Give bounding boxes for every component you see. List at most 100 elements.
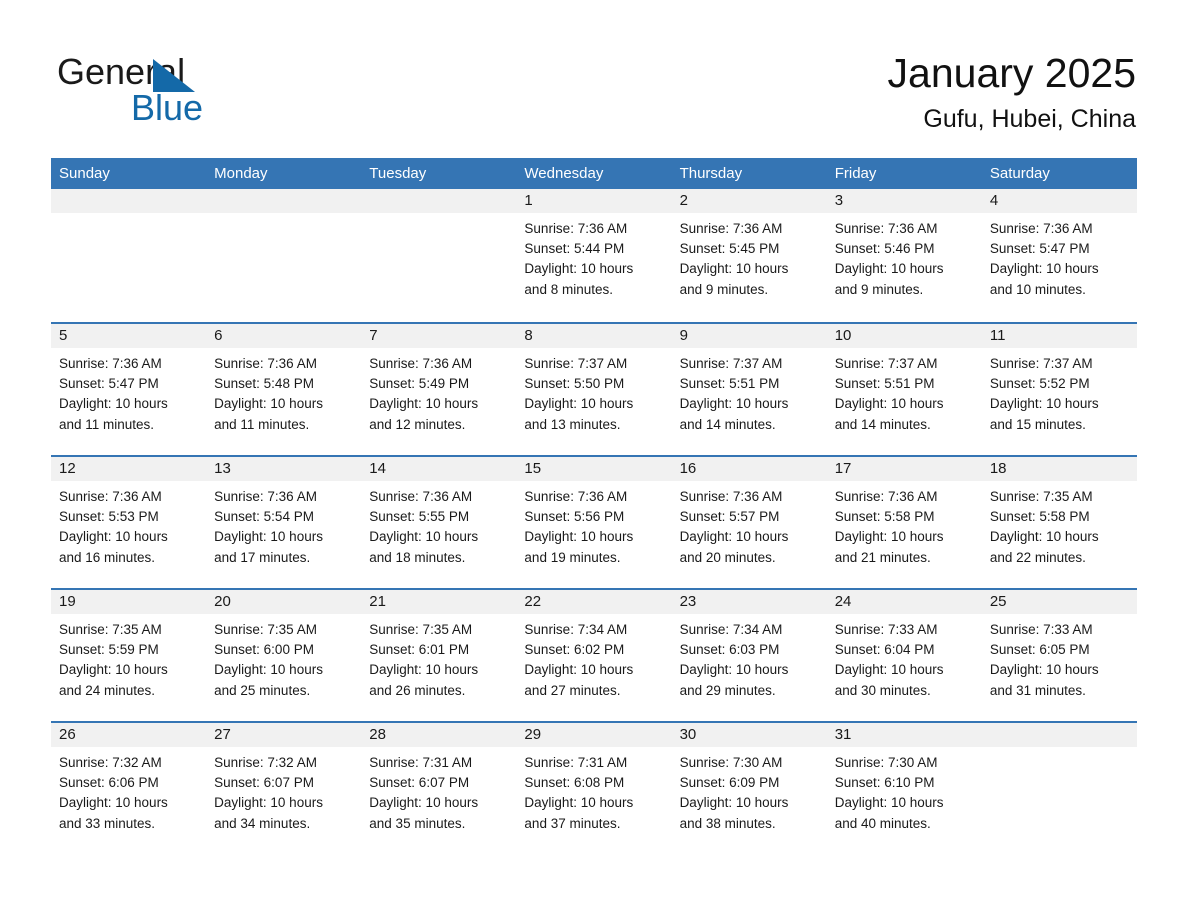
sunset-text: Sunset: 6:10 PM	[834, 775, 935, 791]
sunrise-text: Sunrise: 7:37 AM	[679, 356, 783, 371]
calendar-day-cell[interactable]: 9 Sunrise: 7:37 AM Sunset: 5:51 PM Daylight…	[671, 324, 827, 455]
sunset-text: Sunset: 5:51 PM	[679, 376, 780, 392]
sunrise-text: Sunrise: 7:32 AM	[214, 755, 317, 770]
calendar-day-cell[interactable]: 23 Sunrise: 7:34 AM Sunset: 6:03 PM Dayligh…	[671, 590, 827, 721]
calendar-day-cell[interactable]: 26 Sunrise: 7:32 AM Sunset: 6:06 PM Dayligh…	[51, 723, 207, 854]
calendar-day-cell[interactable]: 18 Sunrise: 7:35 AM Sunset: 5:58 PM Dayligh…	[981, 457, 1137, 588]
calendar-day-cell[interactable]: 22 Sunrise: 7:34 AM Sunset: 6:02 PM Dayligh…	[516, 590, 672, 721]
daylight-text-line1: Daylight: 10 hours	[524, 662, 634, 678]
daylight-text-line1: Daylight: 10 hours	[524, 396, 634, 412]
calendar-day-cell[interactable]: 2 Sunrise: 7:36 AM Sunset: 5:45 PM Daylight…	[671, 189, 827, 322]
day-number-band: 31	[826, 723, 982, 747]
calendar-day-cell[interactable]: 5 Sunrise: 7:36 AM Sunset: 5:47 PM Daylight…	[51, 324, 207, 455]
daylight-text-line1: Daylight: 10 hours	[214, 795, 323, 811]
sunset-text: Sunset: 6:04 PM	[834, 642, 935, 658]
day-number-band: 27	[206, 723, 362, 747]
sunrise-text: Sunrise: 7:35 AM	[989, 489, 1093, 504]
sunrise-text: Sunrise: 7:36 AM	[679, 489, 783, 504]
daylight-text-line2: and 18 minutes.	[369, 549, 466, 565]
daylight-text-line2: and 31 minutes.	[989, 682, 1086, 698]
daylight-text-line2: and 14 minutes.	[834, 416, 931, 432]
sunset-text: Sunset: 5:54 PM	[214, 509, 314, 525]
calendar-week-row: 1 Sunrise: 7:36 AM Sunset: 5:44 PM Daylight…	[51, 189, 1137, 322]
daylight-text-line1: Daylight: 10 hours	[369, 396, 479, 412]
calendar-day-cell[interactable]: 17 Sunrise: 7:36 AM Sunset: 5:58 PM Dayligh…	[826, 457, 982, 588]
sunrise-text: Sunrise: 7:36 AM	[524, 221, 628, 236]
calendar-day-cell-empty	[361, 189, 517, 322]
calendar-day-cell[interactable]: 30 Sunrise: 7:30 AM Sunset: 6:09 PM Dayligh…	[671, 723, 827, 854]
calendar-day-cell[interactable]: 14 Sunrise: 7:36 AM Sunset: 5:55 PM Dayligh…	[361, 457, 517, 588]
daylight-text-line1: Daylight: 10 hours	[989, 396, 1099, 412]
calendar-day-cell[interactable]: 16 Sunrise: 7:36 AM Sunset: 5:57 PM Dayligh…	[671, 457, 827, 588]
day-number: 23	[679, 593, 697, 610]
daylight-text-line2: and 24 minutes.	[59, 682, 156, 698]
calendar-day-cell[interactable]: 31 Sunrise: 7:30 AM Sunset: 6:10 PM Dayligh…	[826, 723, 982, 854]
calendar-day-cell[interactable]: 28 Sunrise: 7:31 AM Sunset: 6:07 PM Dayligh…	[361, 723, 517, 854]
day-sun-info: Sunrise: 7:35 AM Sunset: 5:58 PM Daylight:…	[982, 481, 1137, 568]
calendar-day-cell[interactable]: 21 Sunrise: 7:35 AM Sunset: 6:01 PM Dayligh…	[361, 590, 517, 721]
day-number-band: 19	[51, 590, 207, 614]
calendar-day-cell[interactable]: 11 Sunrise: 7:37 AM Sunset: 5:52 PM Dayligh…	[981, 324, 1137, 455]
calendar-day-cell[interactable]: 27 Sunrise: 7:32 AM Sunset: 6:07 PM Dayligh…	[206, 723, 362, 854]
day-number-band: 3	[826, 189, 982, 213]
day-sun-info: Sunrise: 7:34 AM Sunset: 6:03 PM Daylight:…	[672, 614, 827, 701]
calendar-day-cell[interactable]: 15 Sunrise: 7:36 AM Sunset: 5:56 PM Dayligh…	[516, 457, 672, 588]
day-number-band: 1	[516, 189, 672, 213]
calendar-day-cell[interactable]: 1 Sunrise: 7:36 AM Sunset: 5:44 PM Daylight…	[516, 189, 672, 322]
weeks-container: 1 Sunrise: 7:36 AM Sunset: 5:44 PM Daylight…	[51, 189, 1137, 854]
day-number-band: 30	[671, 723, 827, 747]
sunset-text: Sunset: 5:49 PM	[369, 376, 470, 392]
daylight-text-line1: Daylight: 10 hours	[989, 662, 1099, 678]
daylight-text-line2: and 12 minutes.	[369, 416, 466, 432]
sunset-text: Sunset: 5:52 PM	[989, 376, 1090, 392]
calendar-grid: Sunday Monday Tuesday Wednesday Thursday…	[51, 158, 1137, 854]
day-number: 31	[834, 726, 852, 743]
sunrise-text: Sunrise: 7:36 AM	[214, 356, 317, 371]
logo-text-blue: Blue	[131, 87, 204, 128]
weekday-header-wednesday: Wednesday	[524, 165, 604, 182]
daylight-text-line2: and 34 minutes.	[214, 815, 311, 831]
calendar-day-cell[interactable]: 19 Sunrise: 7:35 AM Sunset: 5:59 PM Dayligh…	[51, 590, 207, 721]
day-number: 10	[834, 327, 852, 344]
sunset-text: Sunset: 6:07 PM	[214, 775, 314, 791]
day-number-band: 9	[671, 324, 827, 348]
day-number: 4	[989, 192, 999, 209]
day-sun-info: Sunrise: 7:36 AM Sunset: 5:46 PM Daylight:…	[827, 213, 982, 300]
sunset-text: Sunset: 5:58 PM	[834, 509, 935, 525]
day-sun-info: Sunrise: 7:36 AM Sunset: 5:49 PM Daylight:…	[361, 348, 516, 435]
day-number-band: 15	[516, 457, 672, 481]
calendar-day-cell[interactable]: 7 Sunrise: 7:36 AM Sunset: 5:49 PM Daylight…	[361, 324, 517, 455]
weekday-header-row: Sunday Monday Tuesday Wednesday Thursday…	[51, 158, 1137, 189]
calendar-day-cell[interactable]: 3 Sunrise: 7:36 AM Sunset: 5:46 PM Daylight…	[826, 189, 982, 322]
daylight-text-line2: and 19 minutes.	[524, 549, 621, 565]
calendar-day-cell[interactable]: 25 Sunrise: 7:33 AM Sunset: 6:05 PM Dayligh…	[981, 590, 1137, 721]
day-sun-info: Sunrise: 7:36 AM Sunset: 5:57 PM Daylight:…	[672, 481, 827, 568]
calendar-day-cell[interactable]: 20 Sunrise: 7:35 AM Sunset: 6:00 PM Dayligh…	[206, 590, 362, 721]
day-number-band: 14	[361, 457, 517, 481]
calendar-day-cell[interactable]: 10 Sunrise: 7:37 AM Sunset: 5:51 PM Dayligh…	[826, 324, 982, 455]
calendar-day-cell[interactable]: 6 Sunrise: 7:36 AM Sunset: 5:48 PM Daylight…	[206, 324, 362, 455]
sunset-text: Sunset: 5:46 PM	[834, 241, 935, 257]
calendar-day-cell[interactable]: 8 Sunrise: 7:37 AM Sunset: 5:50 PM Daylight…	[516, 324, 672, 455]
calendar-day-cell[interactable]: 12 Sunrise: 7:36 AM Sunset: 5:53 PM Dayligh…	[51, 457, 207, 588]
sunset-text: Sunset: 5:47 PM	[59, 376, 159, 392]
calendar-day-cell[interactable]: 13 Sunrise: 7:36 AM Sunset: 5:54 PM Dayligh…	[206, 457, 362, 588]
day-number: 26	[59, 726, 76, 743]
sunrise-text: Sunrise: 7:35 AM	[214, 622, 317, 637]
day-sun-info: Sunrise: 7:36 AM Sunset: 5:55 PM Daylight:…	[361, 481, 516, 568]
daylight-text-line1: Daylight: 10 hours	[59, 529, 168, 545]
sunrise-text: Sunrise: 7:36 AM	[524, 489, 628, 504]
weekday-header-sunday: Sunday	[59, 165, 110, 182]
calendar-day-cell[interactable]: 29 Sunrise: 7:31 AM Sunset: 6:08 PM Dayligh…	[516, 723, 672, 854]
weekday-header-monday: Monday	[214, 165, 268, 182]
day-sun-info: Sunrise: 7:31 AM Sunset: 6:08 PM Daylight:…	[516, 747, 671, 834]
daylight-text-line1: Daylight: 10 hours	[214, 396, 323, 412]
sunset-text: Sunset: 5:48 PM	[214, 376, 314, 392]
day-number-band: 17	[826, 457, 982, 481]
calendar-day-cell[interactable]: 4 Sunrise: 7:36 AM Sunset: 5:47 PM Daylight…	[981, 189, 1137, 322]
calendar-day-cell[interactable]: 24 Sunrise: 7:33 AM Sunset: 6:04 PM Dayligh…	[826, 590, 982, 721]
day-sun-info: Sunrise: 7:33 AM Sunset: 6:04 PM Daylight:…	[827, 614, 982, 701]
day-number: 2	[679, 192, 688, 209]
day-sun-info: Sunrise: 7:32 AM Sunset: 6:07 PM Daylight:…	[206, 747, 361, 834]
day-sun-info: Sunrise: 7:36 AM Sunset: 5:47 PM Daylight:…	[51, 348, 206, 435]
